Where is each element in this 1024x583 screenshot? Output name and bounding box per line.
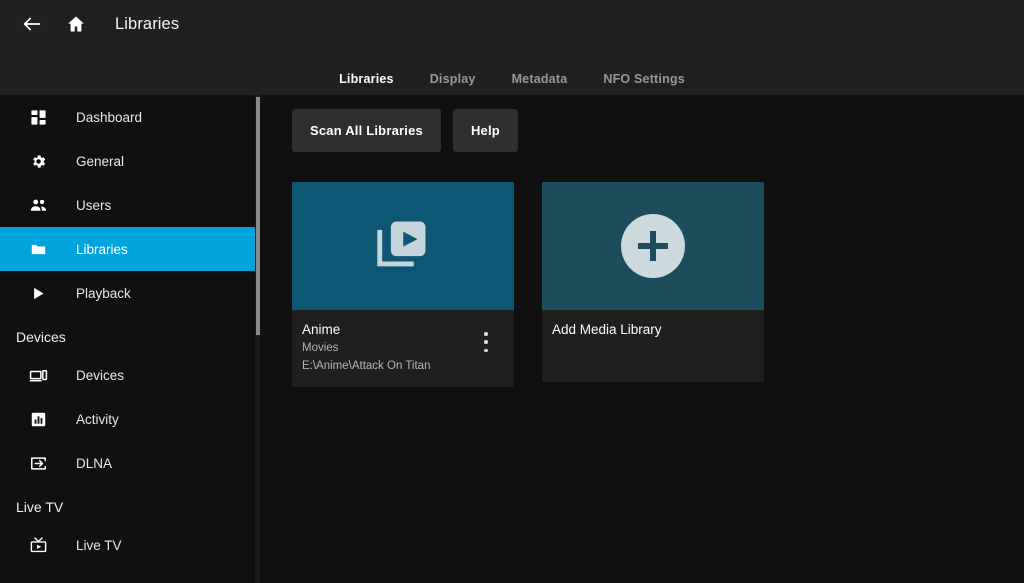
library-card-title: Anime (302, 322, 341, 337)
page-title: Libraries (115, 14, 180, 33)
tab-display[interactable]: Display (412, 68, 494, 92)
add-library-card-image (542, 182, 764, 310)
library-card-image (292, 182, 514, 310)
arrow-left-icon (21, 13, 43, 35)
sidebar-item-label: Dashboard (76, 109, 143, 125)
scan-all-libraries-button[interactable]: Scan All Libraries (292, 109, 441, 152)
sidebar-section-live-tv: Live TV (16, 499, 64, 515)
sidebar-item-libraries[interactable]: Libraries (0, 227, 256, 271)
devices-icon (26, 363, 50, 387)
home-button[interactable] (54, 2, 98, 46)
users-icon (26, 193, 50, 217)
sidebar-item-label: DLNA (76, 455, 113, 471)
header-top-bar: Libraries (0, 0, 1024, 48)
settings-tabs: Libraries Display Metadata NFO Settings (0, 48, 1024, 94)
sidebar-item-label: General (76, 153, 125, 169)
add-library-card-title: Add Media Library (552, 322, 662, 337)
library-card-grid: Anime Movies E:\Anime\Attack On Titan Ad… (292, 182, 1024, 388)
play-icon (26, 281, 50, 305)
sidebar-item-label: Activity (76, 411, 119, 427)
app-header: Libraries Libraries Display Metadata NFO… (0, 0, 1024, 95)
sidebar-item-users[interactable]: Users (0, 183, 256, 227)
sidebar-item-label: Live TV (76, 537, 122, 553)
library-card-footer: Anime Movies E:\Anime\Attack On Titan (292, 310, 514, 388)
sidebar-item-label: Playback (76, 285, 131, 301)
sidebar-item-label: Devices (76, 367, 125, 383)
sidebar-scrollbar-thumb[interactable] (255, 97, 260, 335)
sidebar-item-activity[interactable]: Activity (0, 397, 256, 441)
folder-icon (26, 237, 50, 261)
sidebar-item-dlna[interactable]: DLNA (0, 441, 256, 485)
sidebar-item-live-tv[interactable]: Live TV (0, 523, 256, 567)
library-card-path: E:\Anime\Attack On Titan (302, 359, 431, 372)
dashboard-icon (26, 105, 50, 129)
library-card-media-type: Movies (302, 341, 339, 354)
help-button[interactable]: Help (452, 109, 518, 152)
sidebar-item-playback[interactable]: Playback (0, 271, 256, 315)
live-tv-icon (26, 533, 50, 557)
tab-libraries[interactable]: Libraries (321, 68, 412, 92)
back-button[interactable] (10, 2, 54, 46)
tab-metadata[interactable]: Metadata (494, 68, 586, 92)
sidebar-item-label: Users (76, 197, 112, 213)
sidebar-item-general[interactable]: General (0, 139, 256, 183)
plus-circle-icon (621, 214, 685, 278)
sidebar: Dashboard General Users Libraries Playba… (0, 95, 260, 583)
sidebar-item-label: Libraries (76, 241, 128, 257)
dlna-icon (26, 451, 50, 475)
menu-dot (484, 348, 488, 352)
gear-icon (26, 149, 50, 173)
sidebar-section-devices: Devices (16, 329, 66, 345)
menu-dot (484, 340, 488, 344)
video-library-icon (372, 213, 434, 280)
more-vertical-icon[interactable] (478, 332, 494, 352)
activity-icon (26, 407, 50, 431)
sidebar-item-dashboard[interactable]: Dashboard (0, 95, 256, 139)
menu-dot (484, 332, 488, 336)
add-library-card-footer: Add Media Library (542, 310, 764, 382)
home-icon (66, 14, 86, 34)
tab-nfo-settings[interactable]: NFO Settings (585, 68, 703, 92)
main-content: Scan All Libraries Help Anime Movies E:\… (260, 95, 1024, 583)
library-actions-toolbar: Scan All Libraries Help (292, 109, 1024, 152)
library-card-anime[interactable]: Anime Movies E:\Anime\Attack On Titan (292, 182, 514, 388)
sidebar-item-devices[interactable]: Devices (0, 353, 256, 397)
add-media-library-card[interactable]: Add Media Library (542, 182, 764, 387)
